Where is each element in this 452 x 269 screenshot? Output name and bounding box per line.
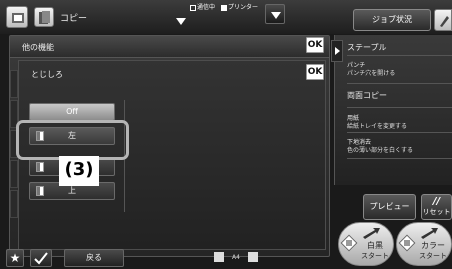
bw-start-button[interactable]: 白黒 スタート <box>338 222 394 266</box>
bottom-status: A4 <box>214 252 258 262</box>
right-function-panel <box>334 35 452 185</box>
left-tab[interactable] <box>10 70 18 98</box>
panel-title: 他の機能 <box>22 43 54 52</box>
left-tab[interactable] <box>10 190 18 218</box>
color-arrow-icon <box>421 228 438 239</box>
check-icon <box>34 252 48 265</box>
check-button[interactable] <box>30 249 52 267</box>
comm-indicator-icon <box>190 4 196 11</box>
tray-icon <box>214 252 224 262</box>
star-icon: ★ <box>9 251 21 265</box>
reset-button[interactable]: // リセット <box>421 194 452 220</box>
home-icon <box>12 13 24 23</box>
func-punch[interactable]: パンチ パンチ穴を開ける <box>347 60 452 84</box>
edge-menu-button[interactable] <box>434 9 452 31</box>
sub-panel-title: とじしろ <box>31 70 63 79</box>
copy-mode-icon[interactable] <box>34 7 54 27</box>
mode-dropdown-icon[interactable] <box>176 18 186 25</box>
mode-label: コピー <box>60 14 88 24</box>
back-button[interactable]: 戻る <box>64 249 124 267</box>
start-icon <box>340 234 358 252</box>
ok-button-outer[interactable]: OK <box>306 37 324 53</box>
func-duplex[interactable]: 両面コピー <box>347 90 452 108</box>
func-staple[interactable]: ステープル <box>347 42 452 56</box>
pen-icon <box>440 16 449 27</box>
page-top-icon <box>36 186 44 196</box>
func-background-erase[interactable]: 下地消去 色の薄い部分を白くする <box>347 137 452 159</box>
step-callout: (3) <box>59 156 99 186</box>
printer-indicator-icon <box>221 4 228 11</box>
doc-icon <box>247 252 258 262</box>
left-tab[interactable] <box>10 160 18 188</box>
home-button[interactable] <box>6 6 28 28</box>
favorite-button[interactable]: ★ <box>6 249 24 267</box>
highlight-frame <box>16 120 129 160</box>
ok-button-inner[interactable]: OK <box>306 64 324 80</box>
panel-expand-button[interactable] <box>331 40 343 62</box>
page-right-icon <box>36 162 44 172</box>
copy-icon <box>39 11 50 24</box>
panel-header: 他の機能 <box>10 36 329 58</box>
job-status-button[interactable]: ジョブ状況 <box>353 9 431 31</box>
paper-size-label: A4 <box>232 253 240 261</box>
left-tabs <box>10 70 18 250</box>
status-indicators: 通信中 プリンター <box>190 2 258 11</box>
option-off[interactable]: Off <box>29 103 115 121</box>
status-comm: 通信中 <box>190 2 215 11</box>
status-printer: プリンター <box>221 2 258 11</box>
status-dropdown-button[interactable] <box>265 4 285 24</box>
start-icon <box>398 234 416 252</box>
bw-arrow-icon <box>363 228 380 239</box>
func-paper[interactable]: 用紙 給紙トレイを変更する <box>347 113 452 133</box>
preview-button[interactable]: プレビュー <box>363 194 416 220</box>
color-start-button[interactable]: カラー スタート <box>396 222 452 266</box>
reset-icon: // <box>432 196 441 207</box>
